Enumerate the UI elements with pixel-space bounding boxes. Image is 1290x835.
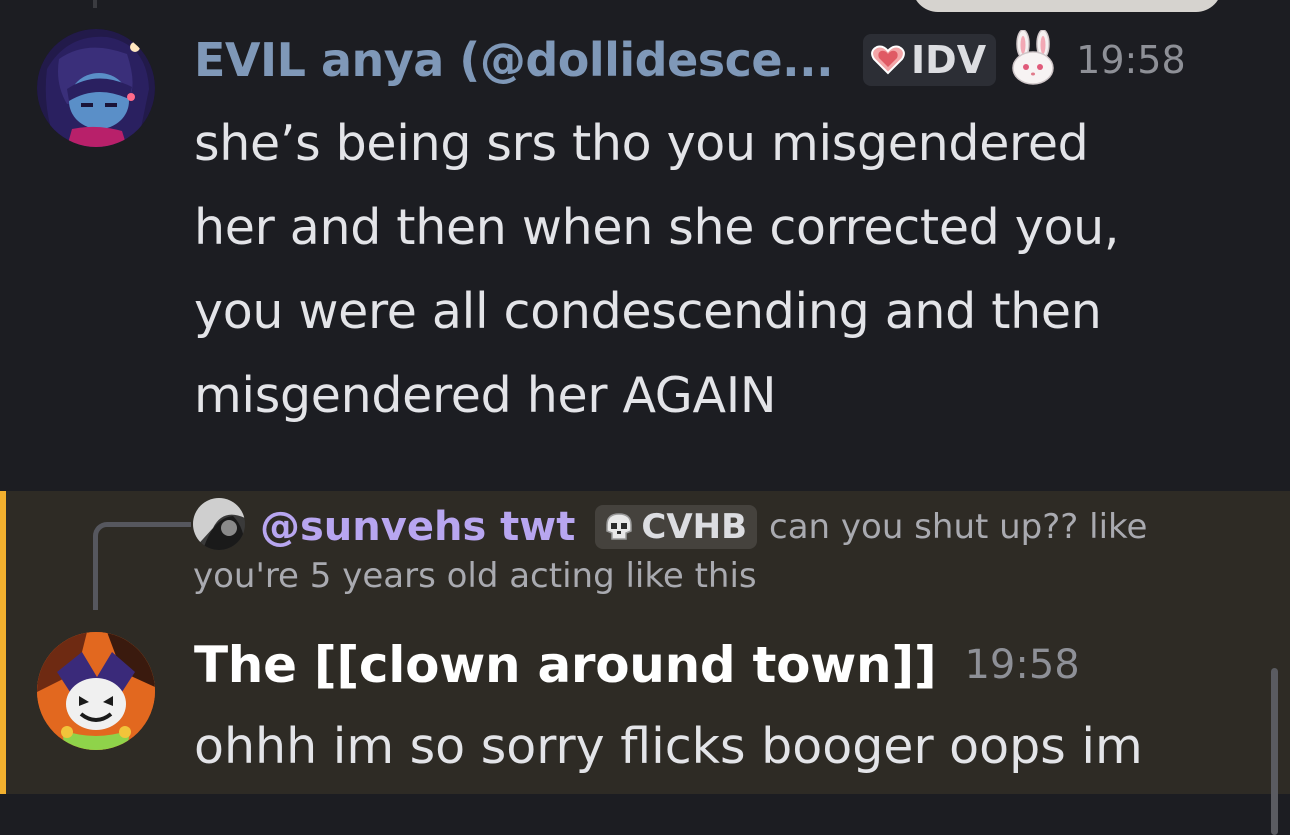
message-header: The [[clown around town]] 19:58 (194, 632, 1080, 698)
reply-preview[interactable]: @sunvehs twt CVHB can you shut up?? like (260, 500, 1147, 554)
message-line: her and then when she corrected you, (194, 199, 1120, 256)
clan-tag-label: IDV (911, 38, 987, 82)
avatar[interactable] (37, 632, 155, 750)
reply-text[interactable]: you're 5 years old acting like this (193, 556, 757, 596)
message-content: she’s being srs tho you misgendered her … (194, 102, 1254, 438)
message-line: she’s being srs tho you misgendered (194, 115, 1089, 172)
reply-clan-tag-label: CVHB (641, 507, 748, 547)
message-content: ohhh im so sorry flicks booger oops im (194, 718, 1143, 775)
message-header: EVIL anya (@dollidesce... IDV 19:58 (194, 29, 1186, 90)
reply-clan-tag[interactable]: CVHB (595, 505, 758, 549)
scrollbar[interactable] (1271, 668, 1278, 835)
thread-line (93, 0, 97, 8)
reply-spine (93, 522, 191, 610)
username[interactable]: The [[clown around town]] (194, 636, 937, 694)
reply-avatar[interactable] (193, 498, 245, 550)
clan-tag[interactable]: IDV (863, 34, 997, 86)
username[interactable]: EVIL anya (@dollidesce... (194, 33, 834, 87)
message-line: misgendered her AGAIN (194, 367, 777, 424)
avatar[interactable] (37, 29, 155, 147)
timestamp: 19:58 (1076, 38, 1186, 82)
message-line: you were all condescending and then (194, 283, 1102, 340)
reply-text: can you shut up?? like (769, 507, 1148, 547)
reply-username[interactable]: @sunvehs twt (260, 504, 575, 550)
top-pill (912, 0, 1222, 12)
timestamp: 19:58 (964, 642, 1080, 688)
bunny-icon (1010, 29, 1056, 90)
mention-highlight-bar (0, 491, 6, 794)
heart-icon (871, 45, 905, 75)
skull-icon (606, 513, 633, 540)
